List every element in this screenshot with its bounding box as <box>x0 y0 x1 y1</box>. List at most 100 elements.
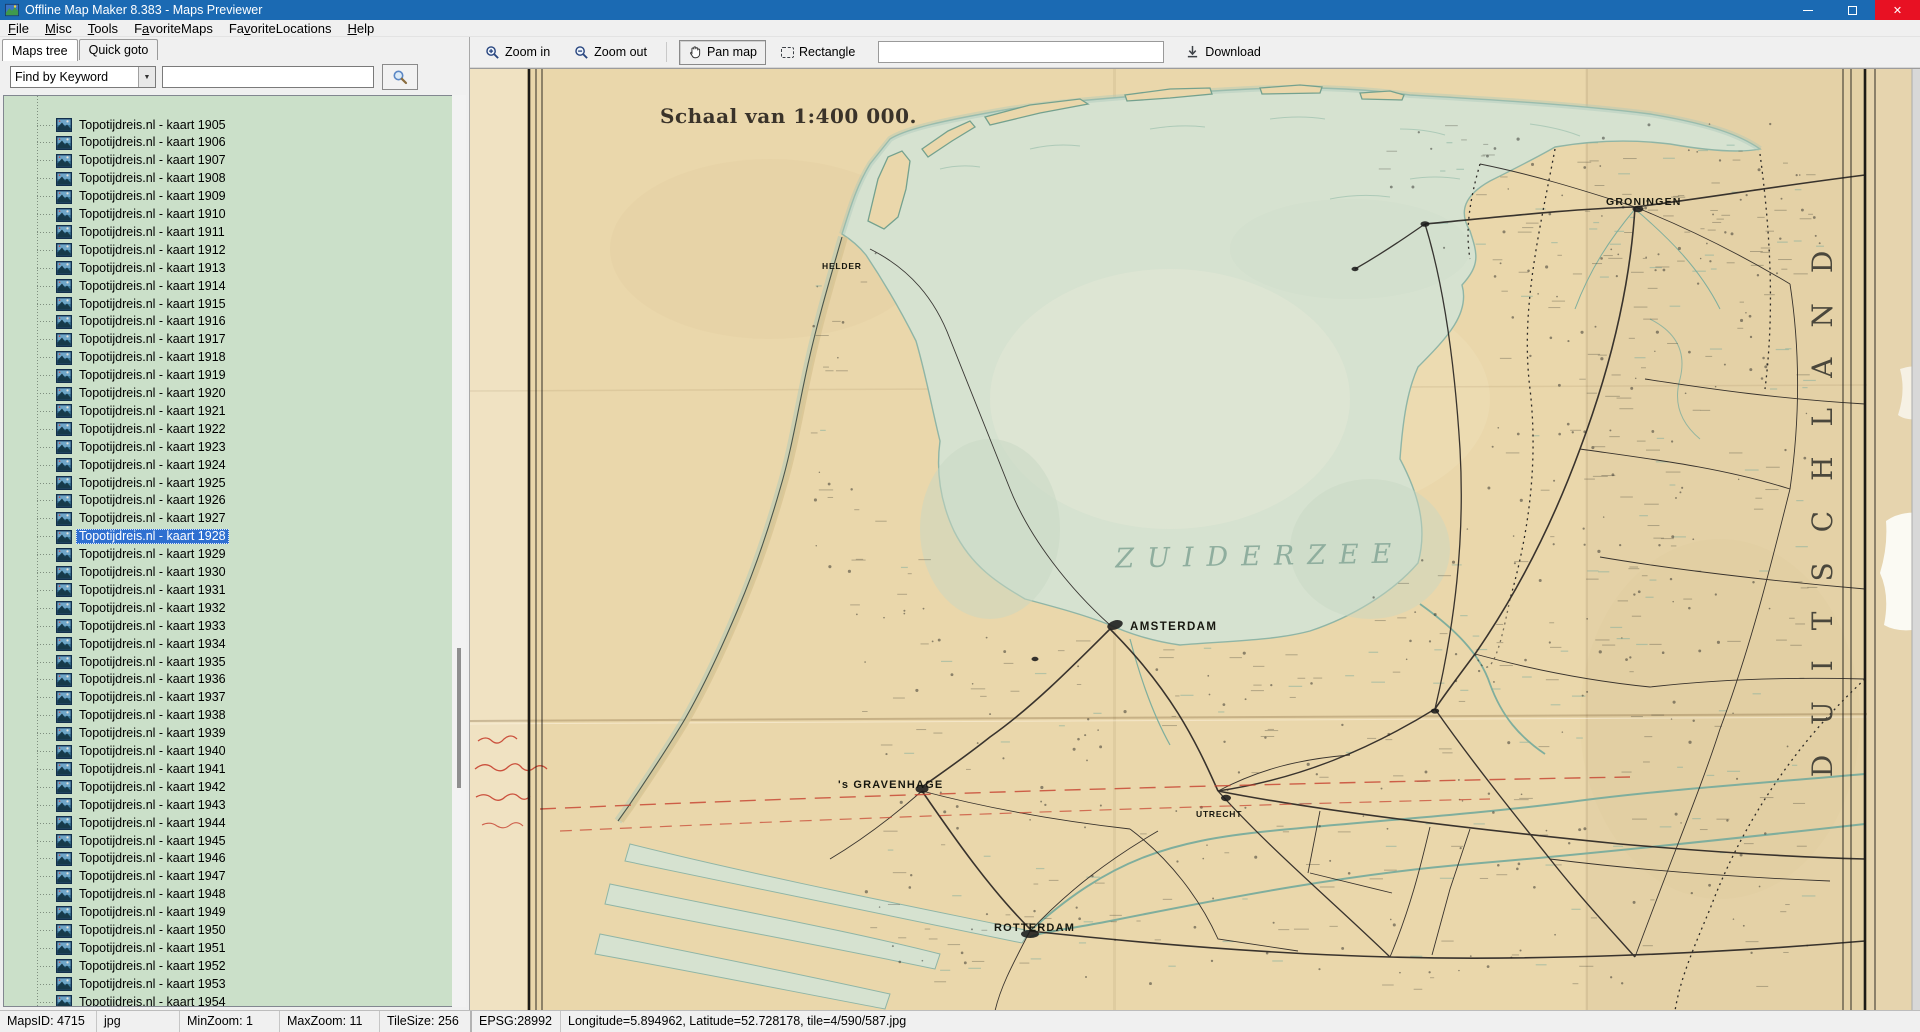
tree-item[interactable]: Topotijdreis.nl - kaart 1912 <box>4 241 229 259</box>
tree-scrollbar[interactable] <box>452 95 466 1007</box>
tree-item[interactable]: Topotijdreis.nl - kaart 1925 <box>4 474 229 492</box>
tree-item[interactable]: Topotijdreis.nl - kaart 1913 <box>4 259 229 277</box>
tree-item[interactable]: Topotijdreis.nl - kaart 1947 <box>4 868 229 886</box>
tree-item[interactable]: Topotijdreis.nl - kaart 1917 <box>4 331 229 349</box>
tree-item-label: Topotijdreis.nl - kaart 1952 <box>76 959 229 974</box>
menu-file[interactable]: File <box>0 20 37 37</box>
map-thumbnail-icon <box>56 762 72 776</box>
tree-item[interactable]: Topotijdreis.nl - kaart 1949 <box>4 904 229 922</box>
tree-item[interactable]: Topotijdreis.nl - kaart 1934 <box>4 635 229 653</box>
tree-item[interactable]: Topotijdreis.nl - kaart 1926 <box>4 492 229 510</box>
tree-item[interactable]: Topotijdreis.nl - kaart 1918 <box>4 349 229 367</box>
map-thumbnail-icon <box>56 351 72 365</box>
map-canvas[interactable]: Schaal van 1:400 000. ZUIDERZEE AMSTERDA… <box>470 68 1920 1010</box>
tree-item[interactable]: Topotijdreis.nl - kaart 1909 <box>4 188 229 206</box>
maximize-button[interactable] <box>1830 0 1875 20</box>
tree-item[interactable]: Topotijdreis.nl - kaart 1940 <box>4 743 229 761</box>
map-thumbnail-icon <box>56 959 72 973</box>
tree-item[interactable]: Topotijdreis.nl - kaart 1927 <box>4 510 229 528</box>
find-by-combobox[interactable]: Find by Keyword ▼ <box>10 66 156 88</box>
tree-scrollbar-thumb[interactable] <box>457 648 461 788</box>
tree-item[interactable]: Topotijdreis.nl - kaart 1920 <box>4 385 229 403</box>
tree-item[interactable]: Topotijdreis.nl - kaart 1911 <box>4 223 228 241</box>
tree-item[interactable]: Topotijdreis.nl - kaart 1923 <box>4 438 229 456</box>
tree-item[interactable]: Topotijdreis.nl - kaart 1953 <box>4 975 229 993</box>
tab-quick-goto[interactable]: Quick goto <box>79 39 159 60</box>
tree-item[interactable]: Topotijdreis.nl - kaart 1933 <box>4 617 229 635</box>
tree-item[interactable]: Topotijdreis.nl - kaart 1914 <box>4 277 229 295</box>
download-icon <box>1186 45 1199 59</box>
tree-item[interactable]: Topotijdreis.nl - kaart 1938 <box>4 707 229 725</box>
menu-misc[interactable]: Misc <box>37 20 80 37</box>
tree-item[interactable]: Topotijdreis.nl - kaart 1916 <box>4 313 229 331</box>
close-button[interactable]: ✕ <box>1875 0 1920 20</box>
tree-connector-icon <box>37 858 55 859</box>
tree-connector-icon <box>37 160 55 161</box>
menu-favoritemaps[interactable]: FavoriteMaps <box>126 20 221 37</box>
pan-map-button[interactable]: Pan map <box>679 40 766 65</box>
tree-item[interactable]: Topotijdreis.nl - kaart 1939 <box>4 725 229 743</box>
tree-item[interactable]: Topotijdreis.nl - kaart 1930 <box>4 564 229 582</box>
tree-item[interactable]: Topotijdreis.nl - kaart 1954 <box>4 993 229 1007</box>
tree-item[interactable]: Topotijdreis.nl - kaart 1931 <box>4 581 229 599</box>
tree-item[interactable]: Topotijdreis.nl - kaart 1907 <box>4 152 229 170</box>
tree-item[interactable]: Topotijdreis.nl - kaart 1922 <box>4 420 229 438</box>
toolbar-input[interactable] <box>878 41 1164 63</box>
rectangle-button[interactable]: Rectangle <box>772 40 864 64</box>
menu-tools[interactable]: Tools <box>80 20 126 37</box>
tree-item[interactable]: Topotijdreis.nl - kaart 1915 <box>4 295 229 313</box>
tree-item-label: Topotijdreis.nl - kaart 1921 <box>76 404 229 419</box>
tree-item[interactable]: Topotijdreis.nl - kaart 1921 <box>4 402 229 420</box>
tree-item[interactable]: Topotijdreis.nl - kaart 1905 <box>4 116 229 134</box>
tree-item[interactable]: Topotijdreis.nl - kaart 1937 <box>4 689 229 707</box>
menu-help[interactable]: Help <box>339 20 382 37</box>
search-input[interactable] <box>162 66 374 88</box>
tree-item-label: Topotijdreis.nl - kaart 1953 <box>76 977 229 992</box>
tree-connector-icon <box>37 214 55 215</box>
tree-item[interactable]: Topotijdreis.nl - kaart 1943 <box>4 796 229 814</box>
maps-tree-list[interactable]: Topotijdreis.nl - kaart 1905Topotijdreis… <box>3 95 453 1007</box>
tree-connector-icon <box>37 321 55 322</box>
tree-item[interactable]: Topotijdreis.nl - kaart 1910 <box>4 206 229 224</box>
map-scroll-strip[interactable] <box>1912 69 1920 1010</box>
tab-maps-tree[interactable]: Maps tree <box>2 39 78 61</box>
tree-item[interactable]: Topotijdreis.nl - kaart 1932 <box>4 599 229 617</box>
map-thumbnail-icon <box>56 655 72 669</box>
map-thumbnail-icon <box>56 834 72 848</box>
chevron-down-icon[interactable]: ▼ <box>138 67 155 87</box>
tree-item[interactable]: Topotijdreis.nl - kaart 1951 <box>4 939 229 957</box>
tree-item[interactable]: Topotijdreis.nl - kaart 1908 <box>4 170 229 188</box>
map-thumbnail-icon <box>56 190 72 204</box>
tree-item[interactable]: Topotijdreis.nl - kaart 1936 <box>4 671 229 689</box>
tree-item[interactable]: Topotijdreis.nl - kaart 1952 <box>4 957 229 975</box>
tree-item[interactable]: Topotijdreis.nl - kaart 1928 <box>4 528 229 546</box>
tree-connector-icon <box>37 912 55 913</box>
tree-item-label: Topotijdreis.nl - kaart 1938 <box>76 708 229 723</box>
tree-item[interactable]: Topotijdreis.nl - kaart 1906 <box>4 134 229 152</box>
minimize-button[interactable] <box>1785 0 1830 20</box>
tree-item[interactable]: Topotijdreis.nl - kaart 1944 <box>4 814 229 832</box>
tree-item[interactable]: Topotijdreis.nl - kaart 1946 <box>4 850 229 868</box>
tree-item[interactable]: Topotijdreis.nl - kaart 1919 <box>4 367 229 385</box>
tree-item[interactable]: Topotijdreis.nl - kaart 1935 <box>4 653 229 671</box>
tree-item[interactable]: Topotijdreis.nl - kaart 1929 <box>4 546 229 564</box>
tree-connector-icon <box>37 286 55 287</box>
zoom-out-button[interactable]: Zoom out <box>565 40 656 65</box>
tree-item[interactable]: Topotijdreis.nl - kaart 1942 <box>4 778 229 796</box>
tree-connector-icon <box>37 125 55 126</box>
tree-item-label: Topotijdreis.nl - kaart 1915 <box>76 297 229 312</box>
tree-connector-icon <box>37 894 55 895</box>
title-bar[interactable]: Offline Map Maker 8.383 - Maps Previewer… <box>0 0 1920 20</box>
tree-item[interactable]: Topotijdreis.nl - kaart 1950 <box>4 922 229 940</box>
tree-connector-icon <box>37 876 55 877</box>
download-button[interactable]: Download <box>1178 41 1269 63</box>
tree-item[interactable]: Topotijdreis.nl - kaart 1945 <box>4 832 229 850</box>
window-title: Offline Map Maker 8.383 - Maps Previewer <box>25 3 1785 17</box>
tree-item[interactable]: Topotijdreis.nl - kaart 1924 <box>4 456 229 474</box>
menu-favoritelocations[interactable]: FavoriteLocations <box>221 20 340 37</box>
search-button[interactable] <box>382 64 418 90</box>
tree-item[interactable]: Topotijdreis.nl - kaart 1941 <box>4 760 229 778</box>
zoom-in-button[interactable]: Zoom in <box>476 40 559 65</box>
amsterdam-label: AMSTERDAM <box>1130 621 1217 633</box>
tree-item[interactable]: Topotijdreis.nl - kaart 1948 <box>4 886 229 904</box>
